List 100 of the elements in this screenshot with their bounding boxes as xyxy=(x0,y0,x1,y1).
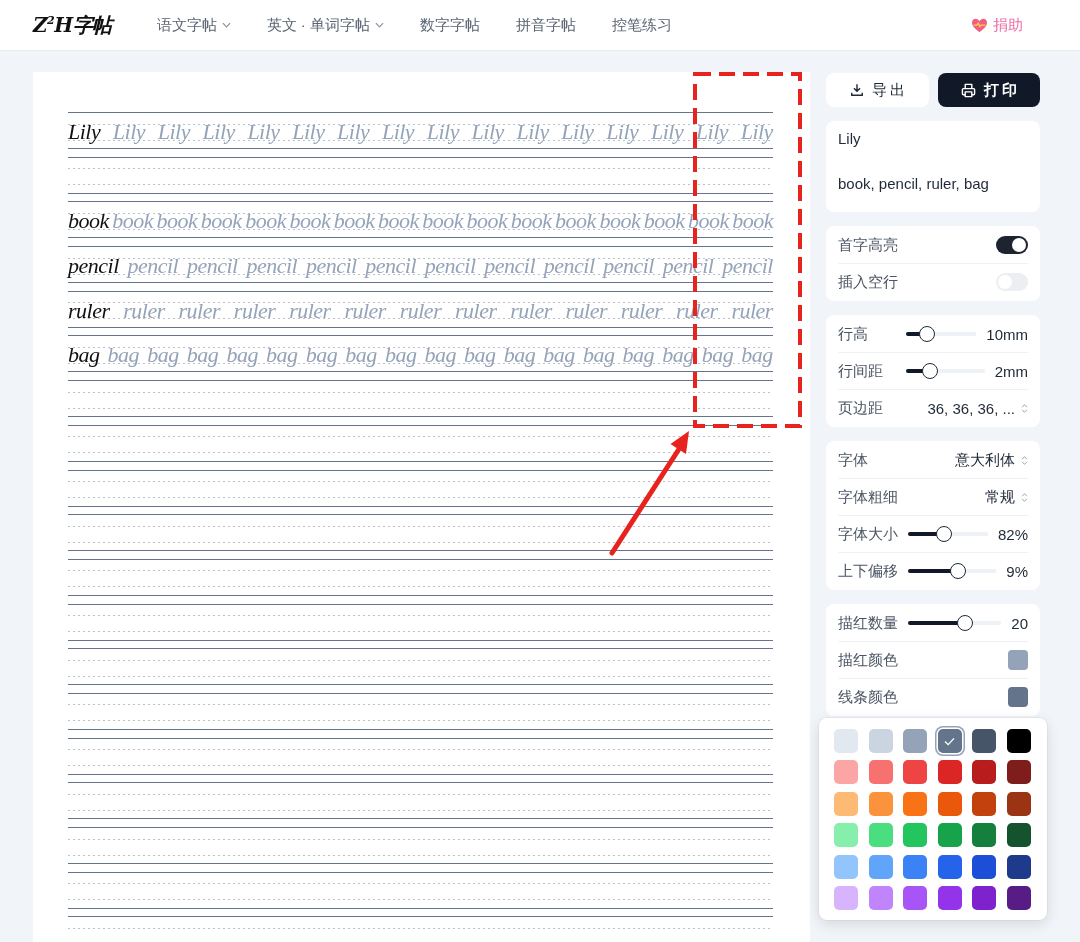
text-field[interactable]: Lily xyxy=(838,129,1028,149)
color-swatch[interactable] xyxy=(972,885,997,910)
trace-word: pencil xyxy=(603,255,654,278)
trace-word: book xyxy=(732,210,773,233)
nav-link[interactable]: 控笔练习 xyxy=(612,15,672,35)
color-swatch[interactable] xyxy=(868,854,893,879)
color-swatch[interactable] xyxy=(834,791,858,816)
color-swatch[interactable] xyxy=(937,885,962,910)
trace-word: book xyxy=(687,210,729,233)
nav-link[interactable]: 英文 · 单词字帖 xyxy=(266,15,384,35)
trace-word: bag xyxy=(384,344,417,367)
trace-word: bag xyxy=(266,344,298,367)
trace-word: pencil xyxy=(305,255,357,278)
toggle-switch[interactable] xyxy=(996,236,1028,254)
color-swatch[interactable] xyxy=(903,729,928,753)
color-swatch[interactable] xyxy=(903,823,928,848)
color-swatch[interactable] xyxy=(868,885,893,910)
color-swatch[interactable] xyxy=(1006,823,1031,848)
updown-chevron-icon xyxy=(1021,454,1028,466)
color-swatch[interactable] xyxy=(834,854,858,879)
color-swatch[interactable] xyxy=(868,791,893,816)
color-swatch[interactable] xyxy=(903,791,928,816)
color-swatch[interactable] xyxy=(903,760,928,785)
color-swatch[interactable] xyxy=(972,823,997,848)
setting-label: 描红数量 xyxy=(838,613,898,633)
trace-word: book xyxy=(112,210,154,233)
setting-label: 字体大小 xyxy=(838,524,898,544)
setting-label: 上下偏移 xyxy=(838,561,898,581)
color-swatch[interactable] xyxy=(937,760,962,785)
color-swatch[interactable] xyxy=(834,760,858,785)
color-swatch[interactable] xyxy=(903,854,928,879)
select-field[interactable]: 意大利体 xyxy=(955,450,1028,470)
download-icon xyxy=(849,83,864,97)
trace-word: bag xyxy=(345,344,377,367)
trace-word: ruler xyxy=(289,299,331,322)
setting-label: 行间距 xyxy=(838,361,884,381)
color-swatch[interactable] xyxy=(834,823,858,848)
trace-word: Lily xyxy=(426,121,459,143)
slider-thumb[interactable] xyxy=(949,563,966,579)
color-swatch[interactable] xyxy=(903,885,928,910)
select-field[interactable]: 常规 xyxy=(985,487,1028,507)
nav-link[interactable]: 数字字帖 xyxy=(420,15,480,35)
trace-word: Lily xyxy=(606,121,639,143)
trace-word: Lily xyxy=(740,121,773,143)
color-swatch[interactable] xyxy=(1006,791,1031,816)
slider-thumb[interactable] xyxy=(921,363,938,379)
color-swatch[interactable] xyxy=(868,729,893,753)
trace-word: bag xyxy=(226,344,258,367)
color-swatch[interactable] xyxy=(937,791,962,816)
color-swatch[interactable] xyxy=(1008,650,1028,670)
color-swatch[interactable] xyxy=(1006,729,1031,753)
slider-thumb[interactable] xyxy=(919,326,936,342)
export-button[interactable]: 导出 xyxy=(826,73,929,107)
text-field[interactable]: book, pencil, ruler, bag xyxy=(838,174,1028,194)
color-swatch[interactable] xyxy=(868,823,893,848)
color-swatch[interactable] xyxy=(937,729,962,753)
color-swatch[interactable] xyxy=(937,823,962,848)
color-swatch[interactable] xyxy=(972,760,997,785)
color-swatch[interactable] xyxy=(834,885,858,910)
slider-value: 9% xyxy=(1006,562,1028,580)
trace-word: bag xyxy=(424,344,456,367)
trace-word: ruler xyxy=(178,299,221,322)
color-swatch[interactable] xyxy=(834,729,858,753)
color-swatch[interactable] xyxy=(972,854,997,879)
trace-word: Lily xyxy=(337,121,370,143)
trace-word: Lily xyxy=(157,121,190,143)
trace-word: bag xyxy=(147,344,179,367)
trace-word: ruler xyxy=(233,299,276,322)
trace-word: book xyxy=(377,210,419,233)
color-swatch[interactable] xyxy=(937,854,962,879)
color-swatch[interactable] xyxy=(1006,885,1031,910)
slider-value: 2mm xyxy=(994,362,1028,380)
nav-link[interactable]: 拼音字帖 xyxy=(516,15,576,35)
trace-word: bag xyxy=(582,344,615,367)
chevron-down-icon xyxy=(375,22,384,28)
color-swatch[interactable] xyxy=(1006,760,1031,785)
color-swatch[interactable] xyxy=(1006,854,1031,879)
color-swatch[interactable] xyxy=(868,760,893,785)
print-button[interactable]: 打印 xyxy=(937,73,1040,107)
trace-word: book xyxy=(289,210,331,233)
color-swatch[interactable] xyxy=(972,729,997,753)
trace-word: bag xyxy=(741,344,773,367)
slider-thumb[interactable] xyxy=(936,526,953,542)
trace-word: Lily xyxy=(471,121,504,143)
trace-word: book xyxy=(466,210,508,233)
example-word: book xyxy=(68,210,109,233)
color-swatch[interactable] xyxy=(1008,687,1028,707)
trace-word: bag xyxy=(622,344,655,367)
trace-word: pencil xyxy=(127,255,179,278)
nav-link[interactable]: 语文字帖 xyxy=(156,15,231,35)
color-swatch[interactable] xyxy=(972,791,997,816)
trace-word: bag xyxy=(107,344,140,367)
example-word: ruler xyxy=(68,299,110,322)
select-field[interactable]: 36, 36, 36, ... xyxy=(927,399,1028,417)
slider-thumb[interactable] xyxy=(957,615,974,631)
trace-word: book xyxy=(333,210,375,233)
trace-word: bag xyxy=(186,344,219,367)
trace-word: pencil xyxy=(662,255,714,278)
trace-word: pencil xyxy=(484,255,536,278)
trace-word: ruler xyxy=(510,299,552,322)
